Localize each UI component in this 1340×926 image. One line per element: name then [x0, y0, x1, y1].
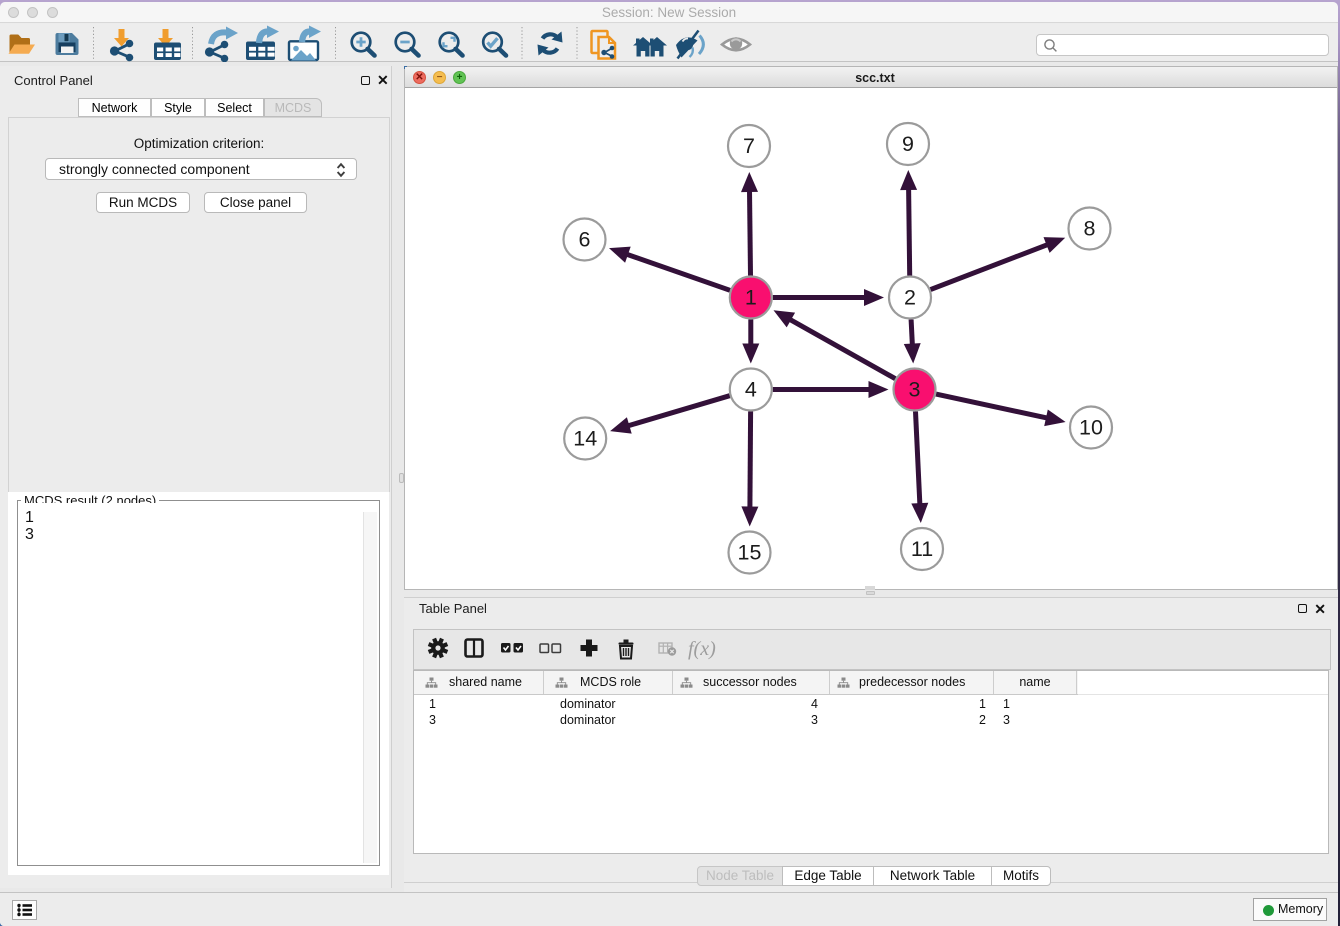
svg-text:4: 4 [745, 378, 757, 402]
svg-text:8: 8 [1084, 217, 1096, 241]
svg-text:14: 14 [573, 427, 597, 451]
svg-text:15: 15 [738, 541, 762, 565]
svg-text:7: 7 [743, 134, 755, 158]
svg-text:1: 1 [745, 286, 757, 310]
svg-text:10: 10 [1079, 416, 1103, 440]
svg-text:f(x): f(x) [688, 638, 716, 660]
svg-text:6: 6 [579, 228, 591, 252]
svg-text:2: 2 [904, 286, 916, 310]
svg-text:11: 11 [911, 537, 933, 561]
svg-text:9: 9 [902, 132, 914, 156]
svg-text:3: 3 [909, 378, 921, 402]
